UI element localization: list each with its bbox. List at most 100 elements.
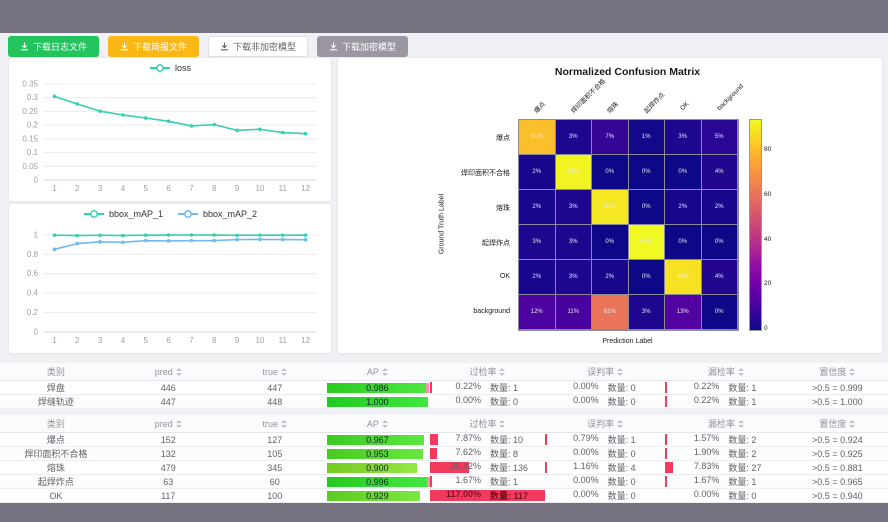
cell-class: 熔珠 [0,461,112,474]
legend-label: loss [175,63,191,73]
missdetect-count: 数量: 1 [728,395,780,408]
sort-caret-icon[interactable] [281,368,287,376]
download-button-4[interactable]: 下载加密模型 [317,36,408,57]
legend-item-bbox_mAP_2[interactable]: bbox_mAP_2 [177,209,257,219]
svg-text:7: 7 [189,184,194,193]
column-header-漏检率[interactable]: 漏检率 [665,415,787,432]
svg-text:5: 5 [144,336,149,345]
header-label: 误判率 [587,365,614,378]
sort-caret-icon[interactable] [499,420,505,428]
matrix-col-label: 起焊炸点 [641,90,666,115]
sort-caret-icon[interactable] [176,420,182,428]
svg-text:12: 12 [301,184,310,193]
column-header-误判率[interactable]: 误判率 [545,415,665,432]
overdetect-count: 数量: 0 [490,395,542,408]
matrix-cell: 5% [702,120,739,155]
overdetect-percent: 0.00% [433,395,481,408]
table-row: 熔珠4793450.90039.42% 数量: 1361.16% 数量: 47.… [0,461,888,475]
download-button-3[interactable]: 下载非加密模型 [208,36,308,57]
download-icon [329,42,338,51]
sort-caret-icon[interactable] [849,368,855,376]
cell-pred: 117 [112,489,225,502]
download-button-2[interactable]: 下载简报文件 [108,36,199,57]
sort-caret-icon[interactable] [849,420,855,428]
overdetect-percent: 0.22% [433,381,481,394]
cell-overdetect: 39.42% 数量: 136 [430,461,545,474]
column-header-pred[interactable]: pred [112,363,225,380]
misjudge-count: 数量: 0 [608,395,660,408]
sort-caret-icon[interactable] [738,420,744,428]
column-header-误判率[interactable]: 误判率 [545,363,665,380]
sort-caret-icon[interactable] [499,368,505,376]
cell-true: 127 [225,433,325,446]
cell-ap: 0.996 [325,475,430,488]
column-header-置信度[interactable]: 置信度 [787,363,888,380]
column-header-true[interactable]: true [225,363,325,380]
overdetect-count: 数量: 1 [490,381,542,394]
misjudge-count: 数量: 4 [608,461,660,474]
column-header-true[interactable]: true [225,415,325,432]
cell-misjudge: 0.79% 数量: 1 [545,433,665,446]
download-icon [20,42,29,51]
matrix-col-label: background [716,83,745,112]
button-label: 下载简报文件 [133,40,187,53]
cell-class: 爆点 [0,433,112,446]
matrix-cell: 2% [592,260,629,295]
matrix-cell: 3% [556,120,593,155]
column-header-漏检率[interactable]: 漏检率 [665,363,787,380]
header-label: AP [367,419,379,429]
cell-ap: 0.900 [325,461,430,474]
cell-misjudge: 0.00% 数量: 0 [545,447,665,460]
matrix-xaxis-label: Prediction Label [518,338,737,345]
matrix-cell: 11% [556,295,593,330]
confusion-matrix-card: Normalized Confusion Matrix 81%3%7%1%3%5… [337,57,883,354]
svg-text:1: 1 [52,184,57,193]
column-header-类别: 类别 [0,363,112,380]
matrix-cell: 0% [702,295,739,330]
confusion-matrix-title: Normalized Confusion Matrix [518,66,737,78]
missdetect-count: 数量: 2 [728,433,780,446]
svg-text:3: 3 [98,336,103,345]
sort-caret-icon[interactable] [382,368,388,376]
table-row: 焊盘4464470.9860.22% 数量: 10.00% 数量: 00.22%… [0,381,888,395]
matrix-cell: 3% [556,225,593,260]
download-button-1[interactable]: 下载日志文件 [8,36,99,57]
download-icon [220,42,229,51]
sort-caret-icon[interactable] [382,420,388,428]
cell-ap: 0.953 [325,447,430,460]
matrix-cell: 3% [629,295,666,330]
legend-item-loss[interactable]: loss [149,63,191,73]
table-header-row: 类别predtrueAP过检率 误判率 漏检率置信度 [0,363,888,381]
button-label: 下载非加密模型 [233,40,296,53]
cell-confidence: >0.5 = 1.000 [787,395,888,408]
legend-item-bbox_mAP_1[interactable]: bbox_mAP_1 [83,209,163,219]
cell-overdetect: 0.00% 数量: 0 [430,395,545,408]
column-header-AP[interactable]: AP [325,363,430,380]
column-header-过检率[interactable]: 过检率 [430,363,545,380]
column-header-AP[interactable]: AP [325,415,430,432]
sort-caret-icon[interactable] [176,368,182,376]
ap-value: 0.996 [366,477,389,487]
column-header-置信度[interactable]: 置信度 [787,415,888,432]
matrix-cell: 0% [702,225,739,260]
column-header-pred[interactable]: pred [112,415,225,432]
matrix-cell: 89% [665,260,702,295]
column-header-过检率[interactable]: 过检率 [430,415,545,432]
cell-overdetect: 7.87% 数量: 10 [430,433,545,446]
sort-caret-icon[interactable] [738,368,744,376]
legend-marker [177,209,199,219]
cell-missdetect: 1.67% 数量: 1 [665,475,787,488]
matrix-cell: 12% [519,295,556,330]
cell-confidence: >0.5 = 0.924 [787,433,888,446]
cell-pred: 132 [112,447,225,460]
missdetect-percent: 0.22% [671,381,719,394]
cell-confidence: >0.5 = 0.925 [787,447,888,460]
sort-caret-icon[interactable] [281,420,287,428]
missdetect-count: 数量: 1 [728,381,780,394]
sort-caret-icon[interactable] [617,368,623,376]
misjudge-percent: 0.00% [551,381,599,394]
training-dashboard: 下载日志文件 下载简报文件 下载非加密模型 下载加密模型 loss 00.050… [0,33,888,495]
svg-text:3: 3 [98,184,103,193]
cell-class: 焊缝轨迹 [0,395,112,408]
sort-caret-icon[interactable] [617,420,623,428]
